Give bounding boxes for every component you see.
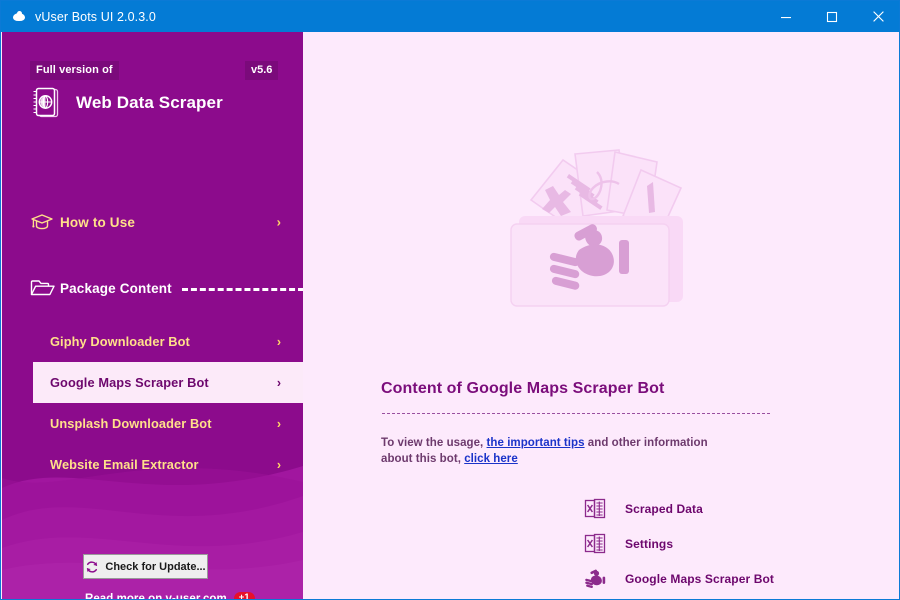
file-label: Settings: [625, 536, 674, 551]
minimize-icon: [781, 16, 791, 18]
refresh-icon: [85, 560, 99, 574]
sidebar-item-label: Package Content: [60, 280, 172, 296]
close-button[interactable]: [855, 1, 899, 32]
close-icon: [872, 11, 884, 22]
content-title: Content of Google Maps Scraper Bot: [381, 380, 665, 397]
notebook-globe-icon: [33, 87, 59, 118]
important-tips-link[interactable]: the important tips: [487, 437, 585, 449]
content-area: Content of Google Maps Scraper Bot To vi…: [303, 32, 899, 599]
excel-file-icon: [581, 498, 609, 520]
app-heart-icon: [12, 10, 26, 24]
file-item-google-maps-scraper-bot[interactable]: Google Maps Scraper Bot: [581, 561, 774, 596]
folder-icon: [30, 278, 60, 298]
bot-label: Google Maps Scraper Bot: [50, 375, 209, 390]
excel-file-icon: [581, 533, 609, 555]
sidebar-item-label: How to Use: [60, 214, 136, 230]
package-content-divider: [182, 288, 303, 291]
click-here-link[interactable]: click here: [464, 453, 518, 465]
version-badge: v5.6: [245, 61, 279, 80]
maximize-button[interactable]: [809, 1, 855, 32]
file-item-scraped-data[interactable]: Scraped Data: [581, 491, 774, 526]
content-divider: [382, 413, 770, 414]
sidebar-item-how-to-use[interactable]: How to Use ›: [2, 200, 303, 244]
bot-label: Giphy Downloader Bot: [50, 334, 190, 349]
bot-list: Giphy Downloader Bot › Google Maps Scrap…: [2, 321, 303, 485]
product-name: Web Data Scraper: [76, 93, 223, 112]
product-title-row: Web Data Scraper: [30, 86, 223, 120]
sidebar-item-google-maps-scraper-bot[interactable]: Google Maps Scraper Bot ›: [33, 362, 303, 403]
chevron-right-icon: ›: [276, 416, 281, 431]
read-more-label: Read more on v-user.com: [85, 592, 227, 600]
chevron-right-icon: ›: [276, 334, 281, 349]
maximize-icon: [826, 11, 838, 22]
file-item-settings[interactable]: Settings: [581, 526, 774, 561]
sidebar-item-unsplash-downloader-bot[interactable]: Unsplash Downloader Bot ›: [33, 403, 303, 444]
window-title: vUser Bots UI 2.0.3.0: [35, 9, 156, 24]
chevron-right-icon: ›: [276, 375, 281, 390]
chevron-right-icon: ›: [276, 457, 281, 472]
update-button-label: Check for Update...: [105, 560, 206, 573]
bot-label: Unsplash Downloader Bot: [50, 416, 212, 431]
sidebar-item-giphy-downloader-bot[interactable]: Giphy Downloader Bot ›: [33, 321, 303, 362]
content-paragraph: To view the usage, the important tips an…: [381, 435, 733, 467]
paragraph-prefix: To view the usage,: [381, 437, 487, 449]
file-list: Scraped Data Settings Google Maps Scrape…: [581, 491, 774, 596]
check-for-update-button[interactable]: Check for Update...: [83, 554, 208, 579]
sidebar: Full version of v5.6 Web Data Scraper Ho…: [2, 32, 303, 600]
minimize-button[interactable]: [763, 1, 809, 32]
file-label: Google Maps Scraper Bot: [625, 571, 774, 586]
title-bar: vUser Bots UI 2.0.3.0: [1, 1, 899, 32]
robot-hand-icon: [581, 569, 609, 589]
window-controls: [763, 1, 899, 32]
folder-documents-robot-hand-illustration: [510, 149, 683, 307]
read-more-badge: +1: [233, 592, 255, 599]
chevron-right-icon: ›: [276, 214, 281, 230]
graduation-cap-icon: [30, 212, 60, 232]
bot-label: Website Email Extractor: [50, 457, 199, 472]
read-more-link[interactable]: Read more on v-user.com +1: [85, 592, 255, 600]
file-label: Scraped Data: [625, 501, 703, 516]
sidebar-item-website-email-extractor[interactable]: Website Email Extractor ›: [33, 444, 303, 485]
full-version-badge: Full version of: [30, 61, 119, 80]
app-window: vUser Bots UI 2.0.3.0 Full version of v5…: [0, 0, 900, 600]
